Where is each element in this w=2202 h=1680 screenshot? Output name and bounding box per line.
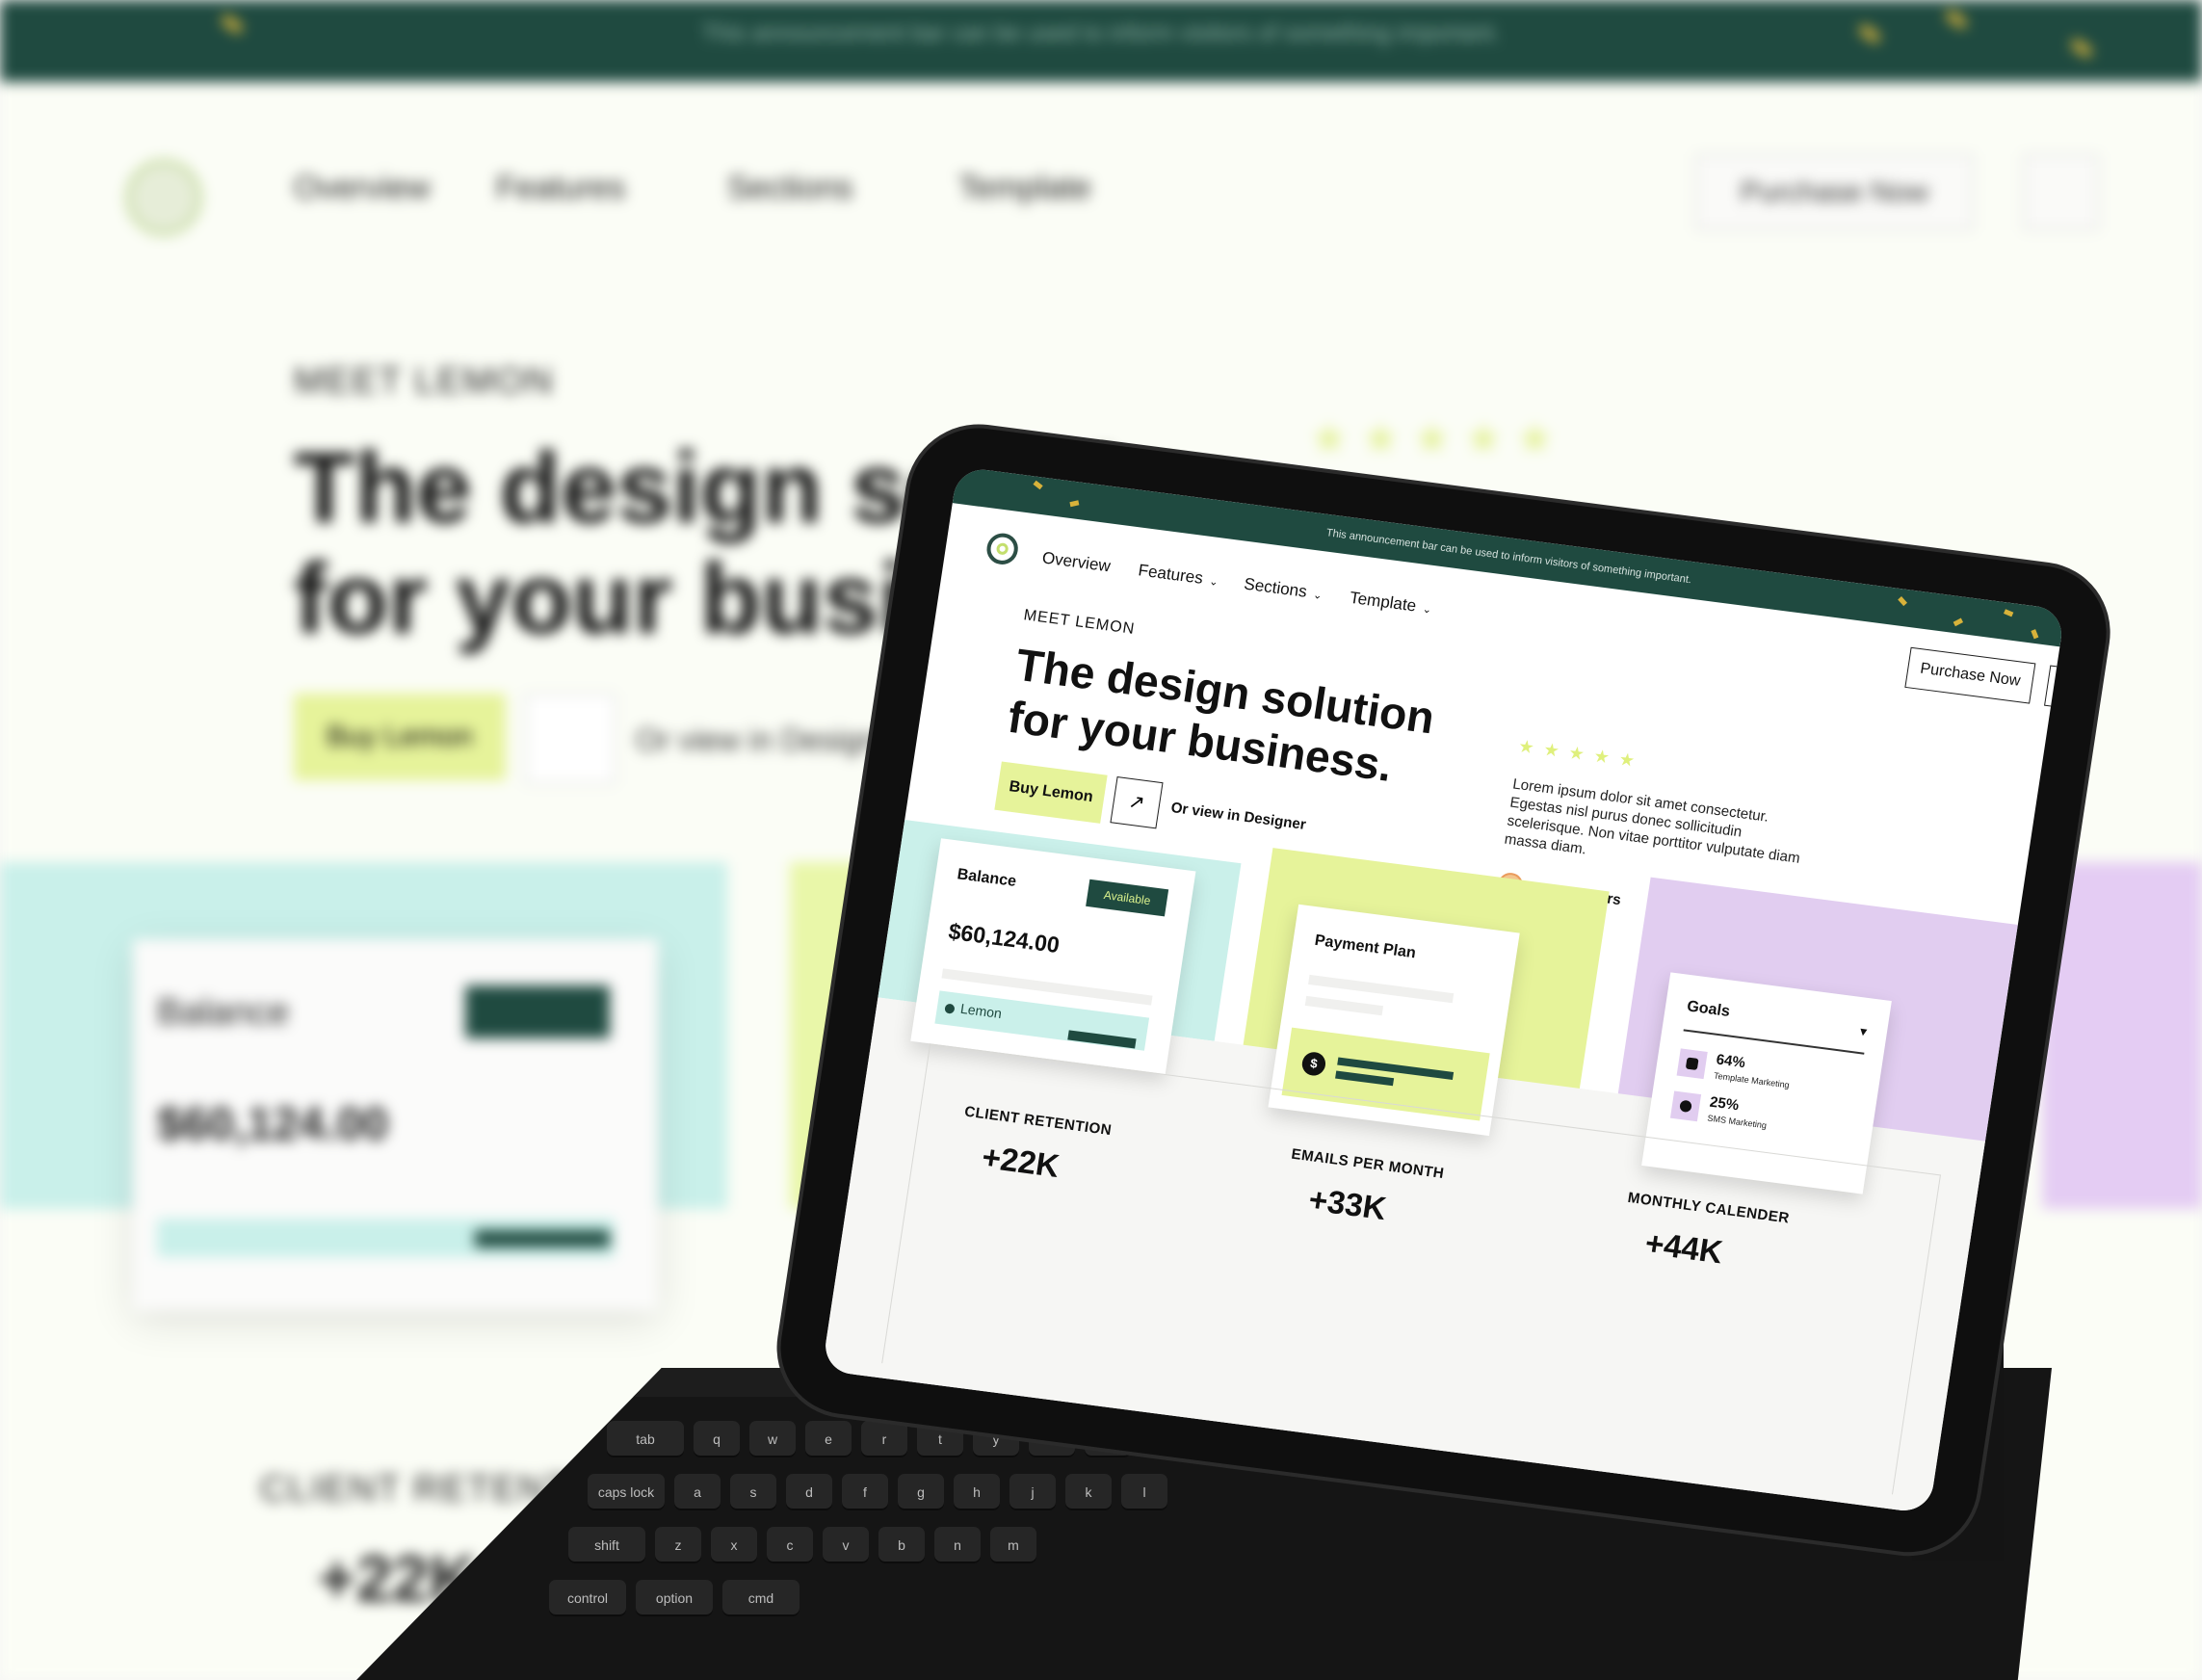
nav-overview[interactable]: Overview bbox=[1040, 548, 1113, 576]
bg-arrow-button bbox=[525, 694, 616, 784]
bg-announcement-bar: This announcement bar can be used to inf… bbox=[0, 0, 2202, 82]
bg-buy-button: Buy Lemon bbox=[294, 694, 506, 780]
goals-divider bbox=[1683, 1029, 1865, 1055]
goal-label: Template Marketing bbox=[1713, 1070, 1791, 1090]
key-j: j bbox=[1009, 1474, 1056, 1510]
star-icon: ★ bbox=[1617, 748, 1646, 773]
view-in-designer-link[interactable]: Or view in Designer bbox=[1170, 800, 1307, 833]
bg-balance-amount: $60,124.00 bbox=[157, 1099, 389, 1150]
arrow-up-right-icon[interactable]: ↗ bbox=[1110, 775, 1164, 829]
announcement-text: This announcement bar can be used to inf… bbox=[1325, 527, 1692, 587]
key-c: c bbox=[767, 1527, 813, 1563]
key-k: k bbox=[1065, 1474, 1112, 1510]
nav-sections-label: Sections bbox=[1243, 574, 1309, 601]
stat-label: MONTHLY CALENDER bbox=[1626, 1189, 1791, 1227]
placeholder-line bbox=[1304, 995, 1384, 1016]
bg-purchase-button: Purchase Now bbox=[1695, 154, 1974, 230]
goal-percent: 25% bbox=[1708, 1093, 1741, 1115]
star-icon: ★ bbox=[1567, 742, 1596, 766]
rating-stars: ★★★★★ bbox=[1516, 736, 1646, 773]
star-icon: ★ bbox=[1592, 746, 1621, 769]
buy-lemon-button[interactable]: Buy Lemon bbox=[994, 761, 1108, 824]
goals-title: Goals bbox=[1686, 998, 1732, 1021]
nav-features-label: Features bbox=[1137, 561, 1205, 588]
document-icon bbox=[1676, 1048, 1708, 1080]
bg-search-button bbox=[2023, 154, 2099, 230]
search-button[interactable] bbox=[2044, 665, 2066, 711]
key-shift: shift bbox=[568, 1527, 645, 1563]
lemon-logo-icon[interactable] bbox=[984, 531, 1021, 566]
testimonial-text: Lorem ipsum dolor sit amet consectetur. … bbox=[1503, 775, 1801, 867]
chevron-down-icon: ⌄ bbox=[1421, 603, 1432, 617]
eyebrow-label: MEET LEMON bbox=[1022, 607, 1137, 639]
nav-overview-label: Overview bbox=[1040, 548, 1113, 576]
stat-label: EMAILS PER MONTH bbox=[1290, 1145, 1446, 1183]
bg-available-badge bbox=[465, 985, 610, 1038]
stat-value: +22K bbox=[980, 1138, 1062, 1185]
key-tab: tab bbox=[607, 1421, 684, 1457]
key-caps-lock: caps lock bbox=[588, 1474, 665, 1510]
payment-plan-title: Payment Plan bbox=[1313, 932, 1417, 962]
key-g: g bbox=[898, 1474, 944, 1510]
bg-view-link: Or view in Designer bbox=[636, 722, 905, 757]
key-h: h bbox=[954, 1474, 1000, 1510]
key-z: z bbox=[655, 1527, 701, 1563]
key-d: d bbox=[786, 1474, 832, 1510]
key-option: option bbox=[636, 1580, 713, 1616]
balance-card: Balance Available $60,124.00 Lemon bbox=[910, 838, 1196, 1075]
balance-amount: $60,124.00 bbox=[946, 918, 1062, 958]
key-r: r bbox=[861, 1421, 907, 1457]
star-icon: ★ bbox=[1516, 736, 1546, 759]
bg-nav-template: Template bbox=[958, 170, 1091, 206]
bg-balance-bar bbox=[475, 1230, 610, 1247]
key-v: v bbox=[823, 1527, 869, 1563]
goal-percent: 64% bbox=[1715, 1051, 1747, 1072]
key-x: x bbox=[711, 1527, 757, 1563]
nav-template[interactable]: Template ⌄ bbox=[1349, 589, 1433, 618]
star-icon: ★ bbox=[1542, 739, 1571, 763]
key-e: e bbox=[805, 1421, 852, 1457]
key-s: s bbox=[730, 1474, 776, 1510]
goal-label: SMS Marketing bbox=[1706, 1113, 1768, 1131]
key-l: l bbox=[1121, 1474, 1167, 1510]
key-b: b bbox=[878, 1527, 925, 1563]
chevron-down-icon: ⌄ bbox=[1312, 589, 1324, 602]
bg-logo-icon bbox=[125, 159, 202, 236]
bg-nav-sections: Sections bbox=[727, 170, 853, 206]
bg-balance-card: Balance $60,124.00 bbox=[133, 939, 658, 1310]
key-a: a bbox=[674, 1474, 721, 1510]
bg-nav-overview: Overview bbox=[294, 170, 431, 206]
key-w: w bbox=[749, 1421, 796, 1457]
bg-balance-title: Balance bbox=[157, 992, 290, 1033]
balance-title: Balance bbox=[956, 866, 1018, 891]
tablet-screen: This announcement bar can be used to inf… bbox=[822, 466, 2066, 1514]
stat-label: CLIENT RETENTION bbox=[963, 1103, 1114, 1140]
key-m: m bbox=[990, 1527, 1036, 1563]
bg-announcement-text: This announcement bar can be used to inf… bbox=[701, 20, 1501, 46]
key-n: n bbox=[934, 1527, 981, 1563]
stat-value: +44K bbox=[1642, 1224, 1725, 1271]
tablet-device: This announcement bar can be used to inf… bbox=[771, 420, 2116, 1561]
bg-lavender-band bbox=[2042, 862, 2202, 1209]
key-cmd: cmd bbox=[722, 1580, 800, 1616]
key-q: q bbox=[694, 1421, 740, 1457]
stat-value: +33K bbox=[1306, 1180, 1389, 1227]
bg-eyebrow: MEET LEMON bbox=[294, 361, 555, 402]
chevron-down-icon: ⌄ bbox=[1208, 575, 1219, 589]
bg-nav-features: Features bbox=[496, 170, 626, 206]
key-control: control bbox=[549, 1580, 626, 1616]
nav-sections[interactable]: Sections ⌄ bbox=[1243, 574, 1324, 604]
nav-features[interactable]: Features ⌄ bbox=[1137, 561, 1219, 591]
key-f: f bbox=[842, 1474, 888, 1510]
caret-down-icon[interactable]: ▼ bbox=[1857, 1024, 1871, 1039]
available-badge: Available bbox=[1086, 879, 1169, 917]
nav-template-label: Template bbox=[1348, 588, 1418, 616]
search-icon bbox=[2051, 667, 2066, 697]
chat-icon bbox=[1669, 1090, 1702, 1122]
bg-rating-stars: ★★★★★ bbox=[1310, 415, 1568, 462]
purchase-now-button[interactable]: Purchase Now bbox=[1904, 646, 2036, 704]
